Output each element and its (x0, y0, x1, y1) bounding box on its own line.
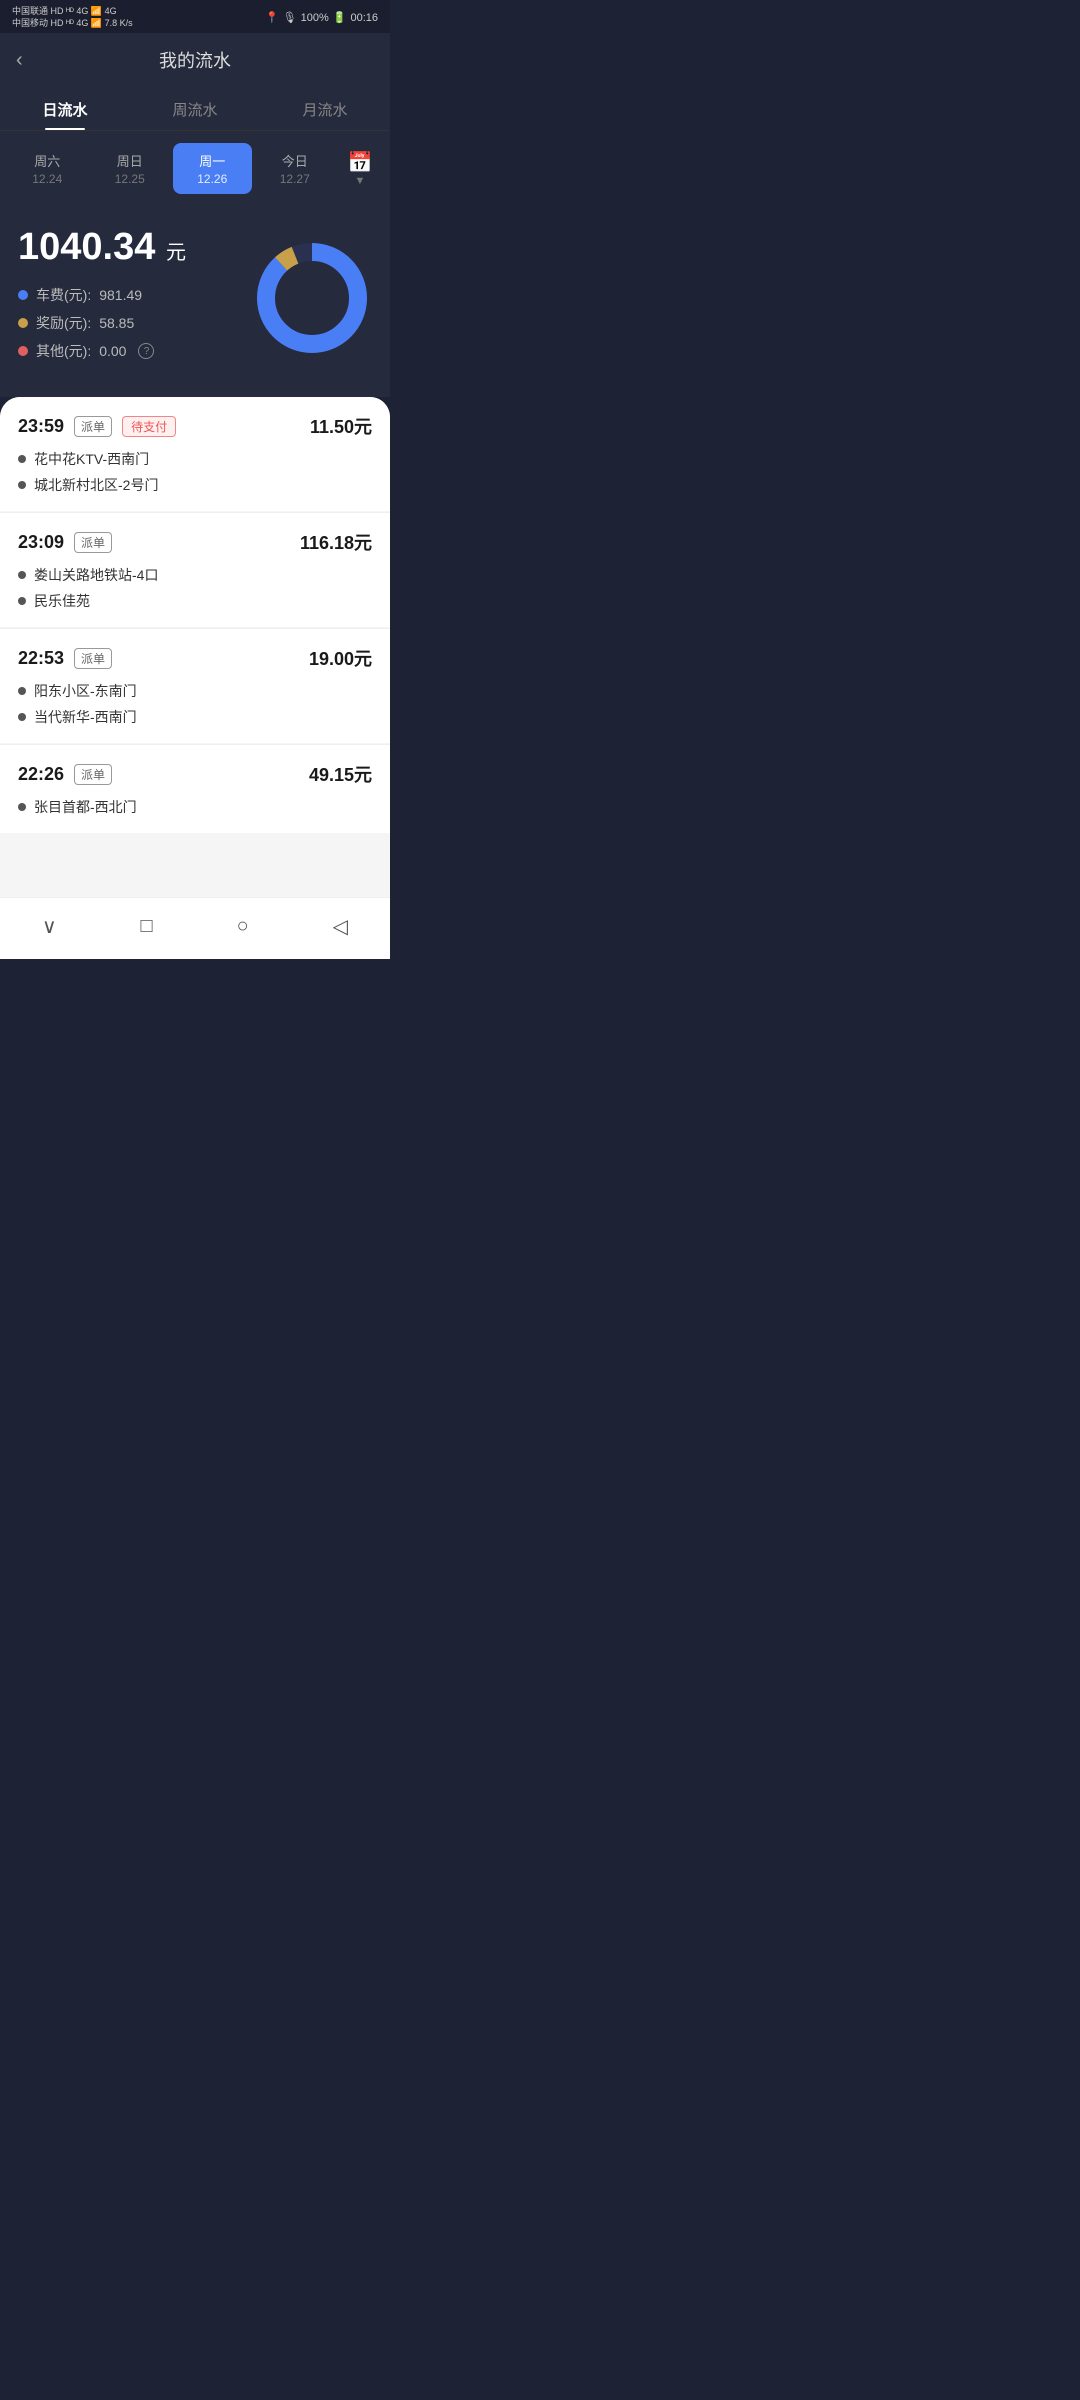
order-amount-2: 116.18元 (300, 529, 372, 555)
mic-icon: 🎙 (283, 11, 297, 24)
stats-panel: 1040.34 元 车费(元): 981.49 奖励(元): 58.85 其他(… (0, 206, 390, 397)
status-bar: 中国联通 HD ᴴᴰ 4G 📶 4G 中国移动 HD ᴴᴰ 4G 📶 7.8 K… (0, 0, 390, 33)
fare-row: 车费(元): 981.49 (18, 285, 186, 305)
other-dot (18, 346, 28, 356)
day-selector: 周六 12.24 周日 12.25 周一 12.26 今日 12.27 📅 ▼ (0, 131, 390, 206)
order-route-4: 张目首都-西北门 (18, 797, 372, 817)
calendar-button[interactable]: 📅 ▼ (338, 150, 382, 187)
order-badge-4: 派单 (74, 764, 112, 785)
clock: 00:16 (350, 12, 378, 24)
back-button[interactable]: ‹ (16, 49, 23, 72)
location-icon: 📍 (265, 11, 279, 24)
order-time-3: 22:53 (18, 648, 64, 669)
route-from-3: 阳东小区-东南门 (18, 681, 372, 701)
bonus-row: 奖励(元): 58.85 (18, 313, 186, 333)
order-header-1: 23:59 派单 待支付 11.50元 (18, 413, 372, 439)
bottom-nav: ∨ □ ○ ◁ (0, 897, 390, 959)
route-dot-from-4 (18, 803, 26, 811)
info-icon[interactable]: ? (138, 343, 154, 359)
order-card-1: 23:59 派单 待支付 11.50元 花中花KTV-西南门 城北新村北区-2号… (0, 397, 390, 511)
order-time-2: 23:09 (18, 532, 64, 553)
route-dot-from-1 (18, 455, 26, 463)
status-right: 📍 🎙 100% 🔋 00:16 (265, 11, 378, 24)
route-to-2: 民乐佳苑 (18, 591, 372, 611)
donut-svg (252, 238, 372, 358)
route-from-1: 花中花KTV-西南门 (18, 449, 372, 469)
order-amount-3: 19.00元 (309, 645, 372, 671)
day-today[interactable]: 今日 12.27 (256, 143, 335, 194)
battery-text: 100% (301, 12, 329, 24)
route-dot-to-3 (18, 713, 26, 721)
stats-left: 1040.34 元 车费(元): 981.49 奖励(元): 58.85 其他(… (18, 226, 186, 369)
route-to-1: 城北新村北区-2号门 (18, 475, 372, 495)
route-dot-from-3 (18, 687, 26, 695)
nav-chevron-down[interactable]: ∨ (22, 910, 77, 943)
total-amount: 1040.34 元 (18, 226, 186, 269)
tab-month[interactable]: 月流水 (260, 87, 390, 130)
order-badge-3: 派单 (74, 648, 112, 669)
tab-bar: 日流水 周流水 月流水 (0, 87, 390, 131)
tab-day[interactable]: 日流水 (0, 87, 130, 130)
order-header-left-1: 23:59 派单 待支付 (18, 416, 176, 437)
calendar-icon: 📅 (338, 150, 382, 175)
order-route-2: 娄山关路地铁站-4口 民乐佳苑 (18, 565, 372, 611)
mobile-text: 中国移动 HD ᴴᴰ 4G 📶 7.8 K/s (12, 18, 133, 30)
route-dot-to-2 (18, 597, 26, 605)
nav-triangle[interactable]: ◁ (313, 910, 368, 943)
header: ‹ 我的流水 (0, 33, 390, 87)
day-monday[interactable]: 周一 12.26 (173, 143, 252, 194)
order-card-3: 22:53 派单 19.00元 阳东小区-东南门 当代新华-西南门 (0, 629, 390, 743)
order-route-1: 花中花KTV-西南门 城北新村北区-2号门 (18, 449, 372, 495)
bonus-dot (18, 318, 28, 328)
order-pending-badge-1: 待支付 (122, 416, 176, 437)
route-from-4: 张目首都-西北门 (18, 797, 372, 817)
order-card-4: 22:26 派单 49.15元 张目首都-西北门 (0, 745, 390, 833)
nav-square[interactable]: □ (121, 911, 173, 942)
order-header-left-4: 22:26 派单 (18, 764, 112, 785)
tab-week[interactable]: 周流水 (130, 87, 260, 130)
other-row: 其他(元): 0.00 ? (18, 341, 186, 361)
day-saturday[interactable]: 周六 12.24 (8, 143, 87, 194)
order-badge-1: 派单 (74, 416, 112, 437)
order-time-1: 23:59 (18, 416, 64, 437)
order-badge-2: 派单 (74, 532, 112, 553)
nav-circle[interactable]: ○ (217, 911, 269, 942)
order-time-4: 22:26 (18, 764, 64, 785)
route-dot-from-2 (18, 571, 26, 579)
order-header-left-2: 23:09 派单 (18, 532, 112, 553)
order-card-2: 23:09 派单 116.18元 娄山关路地铁站-4口 民乐佳苑 (0, 513, 390, 627)
order-header-4: 22:26 派单 49.15元 (18, 761, 372, 787)
order-amount-4: 49.15元 (309, 761, 372, 787)
route-to-3: 当代新华-西南门 (18, 707, 372, 727)
battery-icon: 🔋 (333, 11, 347, 24)
day-sunday[interactable]: 周日 12.25 (91, 143, 170, 194)
order-header-left-3: 22:53 派单 (18, 648, 112, 669)
donut-chart (252, 238, 372, 358)
carrier-text: 中国联通 HD ᴴᴰ 4G 📶 4G (12, 6, 133, 18)
order-header-2: 23:09 派单 116.18元 (18, 529, 372, 555)
carrier-info: 中国联通 HD ᴴᴰ 4G 📶 4G 中国移动 HD ᴴᴰ 4G 📶 7.8 K… (12, 6, 133, 29)
order-amount-1: 11.50元 (310, 413, 372, 439)
order-header-3: 22:53 派单 19.00元 (18, 645, 372, 671)
route-from-2: 娄山关路地铁站-4口 (18, 565, 372, 585)
page-title: 我的流水 (159, 47, 231, 73)
route-dot-to-1 (18, 481, 26, 489)
orders-section: 23:59 派单 待支付 11.50元 花中花KTV-西南门 城北新村北区-2号… (0, 397, 390, 897)
fare-dot (18, 290, 28, 300)
order-route-3: 阳东小区-东南门 当代新华-西南门 (18, 681, 372, 727)
